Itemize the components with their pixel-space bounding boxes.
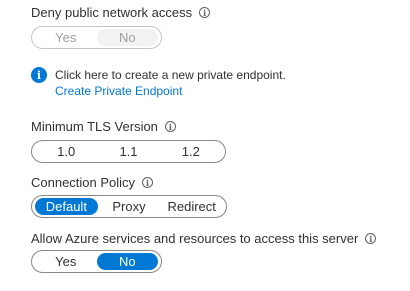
allow-azure-services-label-row: Allow Azure services and resources to ac… [31, 231, 377, 246]
allow-azure-services-toggle[interactable]: Yes No [31, 250, 162, 273]
tls-version-label: Minimum TLS Version [31, 119, 158, 134]
info-outline-icon[interactable]: i [365, 233, 377, 244]
connection-policy-label-row: Connection Policy i [31, 175, 154, 190]
tls-version-option-1-1[interactable]: 1.1 [97, 143, 159, 160]
info-outline-icon[interactable]: i [142, 177, 154, 188]
info-filled-icon: i [31, 67, 47, 83]
allow-azure-services-option-no[interactable]: No [96, 253, 158, 270]
connection-policy-toggle[interactable]: Default Proxy Redirect [31, 195, 227, 218]
tls-version-option-1-2[interactable]: 1.2 [160, 143, 222, 160]
deny-public-access-label-row: Deny public network access i [31, 5, 211, 20]
connection-policy-label: Connection Policy [31, 175, 136, 190]
connection-policy-option-proxy[interactable]: Proxy [98, 198, 161, 215]
private-endpoint-message: Click here to create a new private endpo… [55, 68, 286, 82]
tls-version-option-1-0[interactable]: 1.0 [35, 143, 97, 160]
deny-public-access-option-no[interactable]: No [96, 29, 158, 46]
deny-public-access-toggle[interactable]: Yes No [31, 26, 162, 49]
connection-policy-option-redirect[interactable]: Redirect [160, 198, 223, 215]
tls-version-toggle[interactable]: 1.0 1.1 1.2 [31, 140, 226, 163]
info-outline-icon[interactable]: i [164, 121, 176, 132]
create-private-endpoint-link[interactable]: Create Private Endpoint [55, 84, 182, 98]
connection-policy-option-default[interactable]: Default [35, 198, 98, 215]
allow-azure-services-option-yes[interactable]: Yes [35, 253, 97, 270]
info-outline-icon[interactable]: i [199, 7, 211, 18]
deny-public-access-label: Deny public network access [31, 5, 193, 20]
tls-version-label-row: Minimum TLS Version i [31, 119, 176, 134]
allow-azure-services-label: Allow Azure services and resources to ac… [31, 231, 359, 246]
deny-public-access-option-yes[interactable]: Yes [35, 29, 97, 46]
